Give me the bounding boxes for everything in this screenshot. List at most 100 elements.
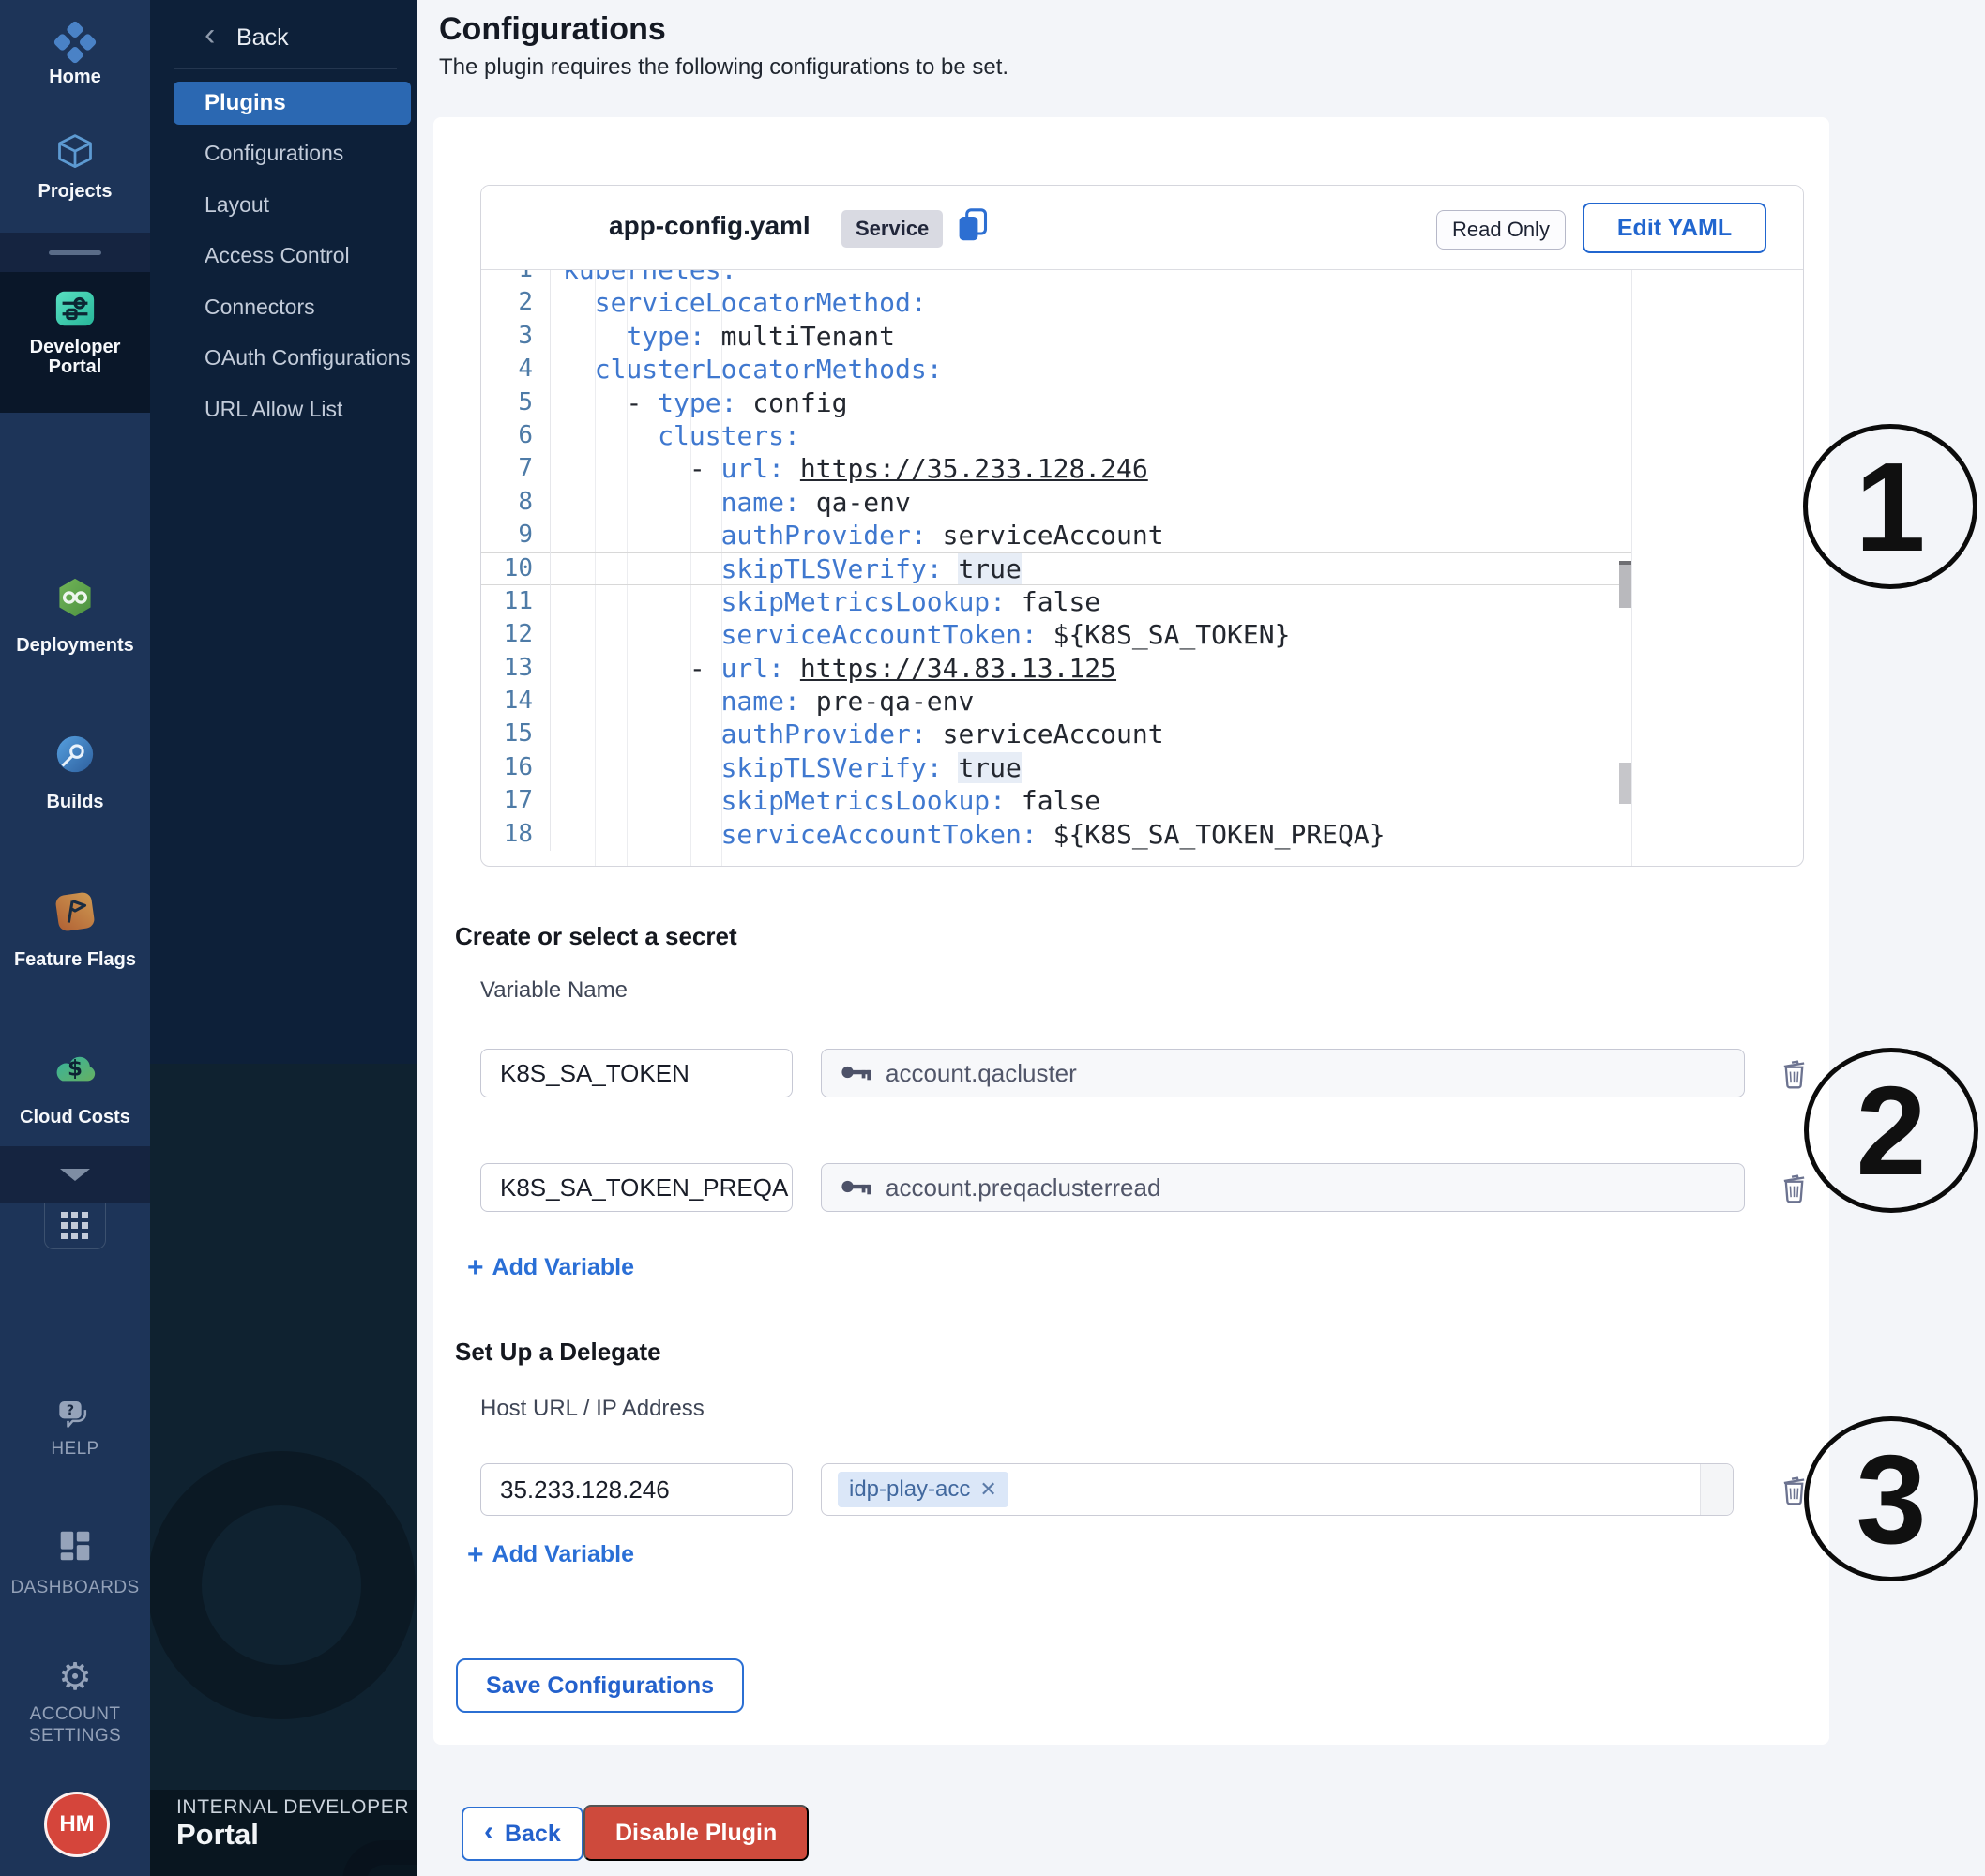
line-number: 14 <box>481 685 551 718</box>
line-number: 18 <box>481 818 551 851</box>
delete-variable-row-button[interactable] <box>1780 1172 1809 1204</box>
rail-item-label: Home <box>0 68 150 87</box>
service-badge: Service <box>841 210 943 248</box>
yaml-line-text: name: qa-env <box>551 486 911 519</box>
rail-item-label: DASHBOARDS <box>0 1578 150 1597</box>
back-chevron-icon: ‹ <box>484 1816 493 1848</box>
rail-item-label: Cloud Costs <box>0 1108 150 1127</box>
rail-item-label: Developer Portal <box>19 338 131 377</box>
delegate-section-heading: Set Up a Delegate <box>455 1338 661 1367</box>
chevron-down-icon[interactable] <box>60 1169 90 1181</box>
yaml-line-18: 18 serviceAccountToken: ${K8S_SA_TOKEN_P… <box>481 818 1631 851</box>
close-icon[interactable]: ✕ <box>979 1477 996 1502</box>
yaml-line-text: serviceLocatorMethod: <box>551 286 927 319</box>
yaml-line-text: clusterLocatorMethods: <box>551 353 943 386</box>
add-variable-link-delegate[interactable]: + Add Variable <box>467 1541 634 1568</box>
yaml-line-text: clusters: <box>551 419 800 452</box>
yaml-editor-header: app-config.yaml Service Read Only Edit Y… <box>481 186 1803 270</box>
line-number: 3 <box>481 320 551 353</box>
yaml-line-14: 14 name: pre-qa-env <box>481 685 1631 718</box>
save-configurations-button[interactable]: Save Configurations <box>456 1658 744 1713</box>
cloud-costs-icon: $ <box>0 1048 150 1090</box>
module-grid-icon <box>61 1228 89 1244</box>
module-selector-button[interactable] <box>44 1203 106 1249</box>
scrollbar-thumb[interactable] <box>1619 561 1631 608</box>
back-nav-label: Back <box>236 24 289 52</box>
variable-name-input[interactable]: K8S_SA_TOKEN <box>480 1049 793 1097</box>
back-nav-link[interactable]: ‹ Back <box>150 19 417 56</box>
yaml-line-16: 16 skipTLSVerify: true <box>481 751 1631 784</box>
annotation-number: 2 <box>1856 1067 1926 1194</box>
yaml-filename: app-config.yaml <box>609 211 811 241</box>
yaml-line-9: 9 authProvider: serviceAccount <box>481 519 1631 552</box>
builds-icon <box>0 733 150 780</box>
subnav-item-layout[interactable]: Layout <box>205 189 269 219</box>
rail-item-label: Feature Flags <box>0 950 150 970</box>
yaml-line-15: 15 authProvider: serviceAccount <box>481 718 1631 750</box>
line-number: 15 <box>481 718 551 750</box>
svg-text:$: $ <box>68 1057 83 1082</box>
host-url-label: Host URL / IP Address <box>480 1396 705 1422</box>
disable-plugin-button[interactable]: Disable Plugin <box>583 1805 809 1861</box>
yaml-code-viewer: 1kubernetes:2 serviceLocatorMethod:3 typ… <box>481 270 1632 867</box>
yaml-line-text: serviceAccountToken: ${K8S_SA_TOKEN_PREQ… <box>551 818 1386 851</box>
yaml-line-1: 1kubernetes: <box>481 270 1631 286</box>
host-url-input[interactable]: 35.233.128.246 <box>480 1463 793 1516</box>
yaml-line-6: 6 clusters: <box>481 419 1631 452</box>
yaml-line-text: authProvider: serviceAccount <box>551 519 1164 552</box>
secret-select[interactable]: account.qacluster <box>821 1049 1745 1097</box>
secret-select-value: account.preqaclusterread <box>886 1173 1160 1203</box>
line-number: 11 <box>481 585 551 618</box>
edit-yaml-button[interactable]: Edit YAML <box>1583 203 1766 253</box>
line-number: 7 <box>481 452 551 485</box>
rail-divider-zone <box>0 233 150 272</box>
deployments-icon <box>0 576 150 624</box>
subnav-item-connectors[interactable]: Connectors <box>205 292 315 322</box>
subnav-item-access-control[interactable]: Access Control <box>205 240 350 270</box>
yaml-line-4: 4 clusterLocatorMethods: <box>481 353 1631 386</box>
subnav-item-configurations[interactable]: Configurations <box>205 138 343 168</box>
annotation-number: 3 <box>1856 1436 1926 1563</box>
annotation-circle-3: 3 <box>1804 1416 1978 1581</box>
yaml-line-17: 17 skipMetricsLookup: false <box>481 784 1631 817</box>
line-number: 17 <box>481 784 551 817</box>
delegate-tag-chip: idp-play-acc ✕ <box>838 1472 1008 1507</box>
subnav-item-url-allow-list[interactable]: URL Allow List <box>205 394 342 424</box>
back-button[interactable]: ‹ Back <box>462 1807 583 1861</box>
page-subtitle: The plugin requires the following config… <box>439 54 1008 81</box>
secret-select-value: account.qacluster <box>886 1059 1077 1088</box>
scrollbar-thumb[interactable] <box>1619 763 1631 804</box>
rail-item-label: ACCOUNT SETTINGS <box>5 1703 145 1747</box>
secret-select[interactable]: account.preqaclusterread <box>821 1163 1745 1212</box>
annotation-circle-1: 1 <box>1803 424 1977 589</box>
line-number: 13 <box>481 652 551 685</box>
delete-variable-row-button[interactable] <box>1780 1058 1809 1090</box>
subnav-item-oauth-configurations[interactable]: OAuth Configurations <box>205 342 411 372</box>
rail-item-label: Projects <box>0 182 150 202</box>
help-icon: ? <box>0 1398 150 1438</box>
dashboards-icon <box>0 1529 150 1567</box>
subnav-item-plugins[interactable]: Plugins <box>174 82 411 125</box>
subnav-divider <box>174 68 397 69</box>
subnav-footer-art: INTERNAL DEVELOPER Portal <box>150 1064 417 1876</box>
home-icon <box>0 21 150 68</box>
yaml-line-text: type: multiTenant <box>551 320 895 353</box>
copy-icon[interactable] <box>956 206 990 249</box>
yaml-line-3: 3 type: multiTenant <box>481 320 1631 353</box>
rail-divider-dash <box>49 250 101 255</box>
yaml-editor-card: app-config.yaml Service Read Only Edit Y… <box>480 185 1804 867</box>
variable-name-input[interactable]: K8S_SA_TOKEN_PREQA <box>480 1163 793 1212</box>
read-only-badge: Read Only <box>1436 210 1566 250</box>
decorative-ring <box>150 1451 416 1719</box>
yaml-line-11: 11 skipMetricsLookup: false <box>481 585 1631 618</box>
key-icon <box>841 1059 872 1088</box>
rail-item-label: Deployments <box>0 636 150 656</box>
add-variable-link-secret[interactable]: + Add Variable <box>467 1254 634 1281</box>
plus-icon: + <box>467 1542 484 1568</box>
avatar[interactable]: HM <box>44 1792 110 1857</box>
yaml-line-7: 7 - url: https://35.233.128.246 <box>481 452 1631 485</box>
delegate-tags-input[interactable]: idp-play-acc ✕ <box>821 1463 1734 1516</box>
yaml-line-text: - url: https://34.83.13.125 <box>551 652 1116 685</box>
tag-field-right-segment <box>1700 1464 1733 1515</box>
configurations-card: app-config.yaml Service Read Only Edit Y… <box>433 117 1829 1745</box>
